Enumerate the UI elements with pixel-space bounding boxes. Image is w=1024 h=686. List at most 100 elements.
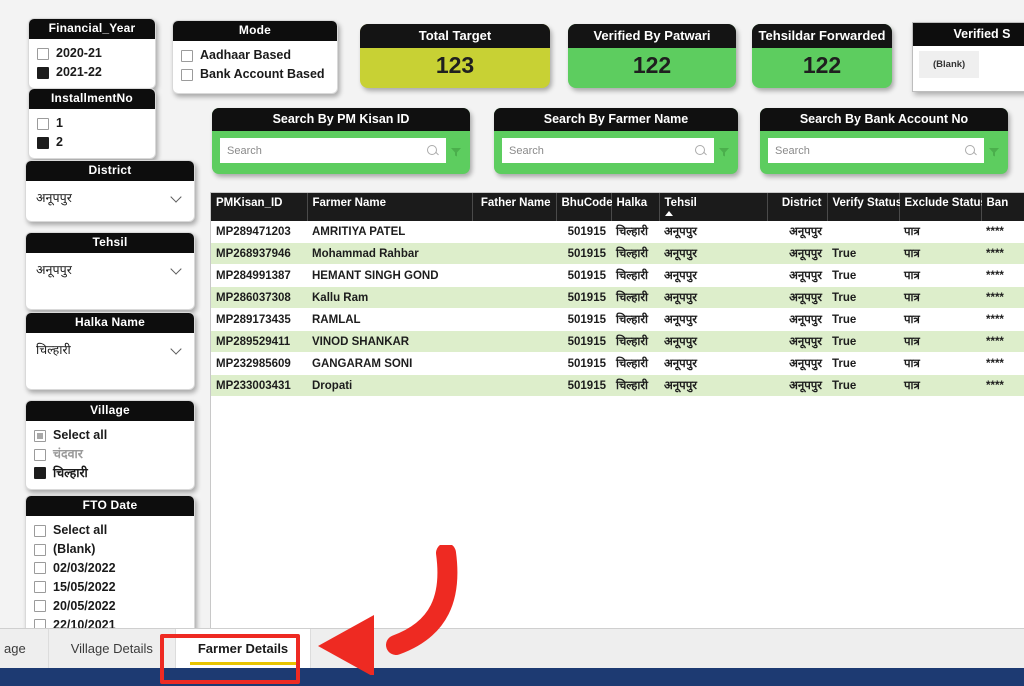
table-row[interactable]: MP268937946 Mohammad Rahbar 501915 चिल्हारी… — [211, 242, 1024, 265]
slicer-option-label: Aadhaar Based — [200, 48, 292, 63]
col-header-tehsil[interactable]: Tehsil — [659, 193, 768, 221]
search-icon[interactable] — [427, 144, 439, 157]
tab-village-details-label: Village Details — [70, 641, 153, 656]
table-row[interactable]: MP289529411 VINOD SHANKAR 501915 चिल्हारी अन… — [211, 330, 1024, 353]
slicer-district[interactable]: District अनूपपुर — [25, 160, 195, 222]
slicer-option-select-all[interactable]: Select all — [34, 426, 186, 445]
slicer-halka-name-body[interactable]: चिल्हारी — [26, 333, 194, 367]
checkbox-off[interactable] — [181, 68, 193, 81]
slicer-option[interactable]: 2021-22 — [37, 63, 147, 82]
checkbox-off[interactable] — [34, 448, 46, 461]
kpi-total-target[interactable]: Total Target 123 — [360, 24, 550, 88]
chevron-down-icon[interactable] — [171, 263, 184, 276]
checkbox-partial[interactable] — [34, 429, 46, 442]
tab-village-details[interactable]: Village Details — [49, 629, 176, 668]
slicer-option-select-all[interactable]: Select all — [34, 521, 186, 540]
slicer-option[interactable]: Aadhaar Based — [181, 46, 329, 65]
col-header-pmkisan-id[interactable]: PMKisan_ID — [211, 193, 308, 221]
chevron-down-icon[interactable] — [171, 343, 184, 356]
slicer-option[interactable]: चंदवार — [34, 445, 186, 464]
district-dropdown[interactable]: अनूपपुर — [34, 186, 186, 209]
slicer-option[interactable]: 20/05/2022 — [34, 597, 186, 616]
slicer-option[interactable]: 1 — [37, 114, 147, 133]
tab-farmer-details[interactable]: Farmer Details — [175, 629, 312, 668]
tab-page[interactable]: age — [0, 629, 49, 668]
checkbox-off[interactable] — [34, 524, 46, 537]
slicer-financial-year[interactable]: Financial_Year 2020-21 2021-22 — [28, 18, 156, 89]
slicer-tehsil[interactable]: Tehsil अनूपपुर — [25, 232, 195, 310]
halka-dropdown[interactable]: चिल्हारी — [34, 338, 186, 361]
col-header-district[interactable]: District — [767, 193, 828, 221]
filter-icon[interactable] — [988, 145, 1000, 157]
table-row[interactable]: MP289471203 AMRITIYA PATEL 501915 चिल्हारी अ… — [211, 221, 1024, 243]
col-header-exclude-status[interactable]: Exclude Status — [899, 193, 987, 221]
col-header-bhucode[interactable]: BhuCode — [556, 193, 613, 221]
slicer-option[interactable]: 15/05/2022 — [34, 578, 186, 597]
slicer-option[interactable]: चिल्हारी — [34, 464, 186, 483]
slicer-option[interactable]: Bank Account Based — [181, 65, 329, 84]
checkbox-off[interactable] — [37, 47, 49, 60]
kpi-verified-by-patwari[interactable]: Verified By Patwari 122 — [568, 24, 736, 88]
table-row[interactable]: MP284991387 HEMANT SINGH GOND 501915 चिल्हा… — [211, 264, 1024, 287]
search-input-bank-account-no[interactable]: Search — [768, 138, 984, 163]
tab-farmer-details-label: Farmer Details — [197, 641, 289, 656]
col-header-father-name[interactable]: Father Name — [472, 193, 557, 221]
slicer-fto-date[interactable]: FTO Date Select all (Blank) 02/03/2022 1… — [25, 495, 195, 642]
kpi-tehsildar-forwarded[interactable]: Tehsildar Forwarded 122 — [752, 24, 892, 88]
sort-ascending-icon[interactable] — [664, 211, 673, 216]
slicer-halka-name[interactable]: Halka Name चिल्हारी — [25, 312, 195, 390]
checkbox-off[interactable] — [37, 117, 49, 130]
matrix-verified-status[interactable]: Verified S (Blank) — [912, 22, 1024, 92]
search-card-farmer-name[interactable]: Search By Farmer Name Search — [494, 108, 738, 174]
filter-icon[interactable] — [718, 145, 730, 157]
table-row[interactable]: MP233003431 Dropati 501915 चिल्हारी अनूपपुर अ… — [211, 374, 1024, 397]
checkbox-on[interactable] — [37, 136, 49, 149]
search-card-pm-kisan-id[interactable]: Search By PM Kisan ID Search — [212, 108, 470, 174]
farmer-details-table[interactable]: PMKisan_ID Farmer Name Father Name BhuCo… — [210, 192, 1024, 632]
checkbox-off[interactable] — [34, 581, 46, 594]
col-header-halka[interactable]: Halka — [611, 193, 660, 221]
col-header-verify-status[interactable]: Verify Status — [827, 193, 902, 221]
col-header-bank[interactable]: Ban — [981, 193, 1024, 221]
cell-father_name — [472, 286, 556, 309]
table-row[interactable]: MP289173435 RAMLAL 501915 चिल्हारी अनूपपुर अन… — [211, 308, 1024, 331]
slicer-option-label: 2021-22 — [56, 65, 102, 80]
col-header-farmer-name[interactable]: Farmer Name — [307, 193, 473, 221]
slicer-option[interactable]: 2 — [37, 133, 147, 152]
slicer-district-body[interactable]: अनूपपुर — [26, 181, 194, 215]
cell-halka: चिल्हारी — [611, 308, 659, 331]
checkbox-off[interactable] — [34, 543, 46, 556]
chevron-down-icon[interactable] — [171, 191, 184, 204]
checkbox-off[interactable] — [181, 49, 193, 62]
search-input-farmer-name[interactable]: Search — [502, 138, 714, 163]
slicer-village[interactable]: Village Select all चंदवार चिल्हारी — [25, 400, 195, 490]
table-row[interactable]: MP286037308 Kallu Ram 501915 चिल्हारी अनूपपु… — [211, 286, 1024, 309]
cell-farmer_name: RAMLAL — [307, 308, 472, 331]
slicer-option[interactable]: 02/03/2022 — [34, 559, 186, 578]
slicer-option[interactable]: 2020-21 — [37, 44, 147, 63]
slicer-mode[interactable]: Mode Aadhaar Based Bank Account Based — [172, 20, 338, 94]
cell-verify_status: True — [827, 374, 899, 397]
slicer-village-options: Select all चंदवार चिल्हारी — [26, 421, 194, 489]
cell-district: अनूपपुर — [767, 308, 827, 331]
cell-halka: चिल्हारी — [611, 374, 659, 397]
slicer-option[interactable]: (Blank) — [34, 540, 186, 559]
checkbox-on[interactable] — [34, 467, 46, 480]
table-row[interactable]: MP232985609 GANGARAM SONI 501915 चिल्हारी अन… — [211, 352, 1024, 375]
tehsil-dropdown[interactable]: अनूपपुर — [34, 258, 186, 281]
filter-icon[interactable] — [450, 145, 462, 157]
search-icon[interactable] — [695, 144, 707, 157]
search-input-pm-kisan-id[interactable]: Search — [220, 138, 446, 163]
farmer-details-grid: PMKisan_ID Farmer Name Father Name BhuCo… — [211, 193, 1024, 397]
tehsil-selected-value: अनूपपुर — [36, 263, 72, 278]
cell-farmer_name: Mohammad Rahbar — [307, 242, 472, 265]
search-icon[interactable] — [965, 144, 977, 157]
search-card-bank-account-no[interactable]: Search By Bank Account No Search — [760, 108, 1008, 174]
search-card-pm-kisan-id-body: Search — [212, 131, 470, 174]
checkbox-on[interactable] — [37, 66, 49, 79]
slicer-tehsil-body[interactable]: अनूपपुर — [26, 253, 194, 287]
checkbox-off[interactable] — [34, 600, 46, 613]
checkbox-off[interactable] — [34, 562, 46, 575]
cell-farmer_name: AMRITIYA PATEL — [307, 221, 472, 243]
slicer-installment-no[interactable]: InstallmentNo 1 2 — [28, 88, 156, 159]
